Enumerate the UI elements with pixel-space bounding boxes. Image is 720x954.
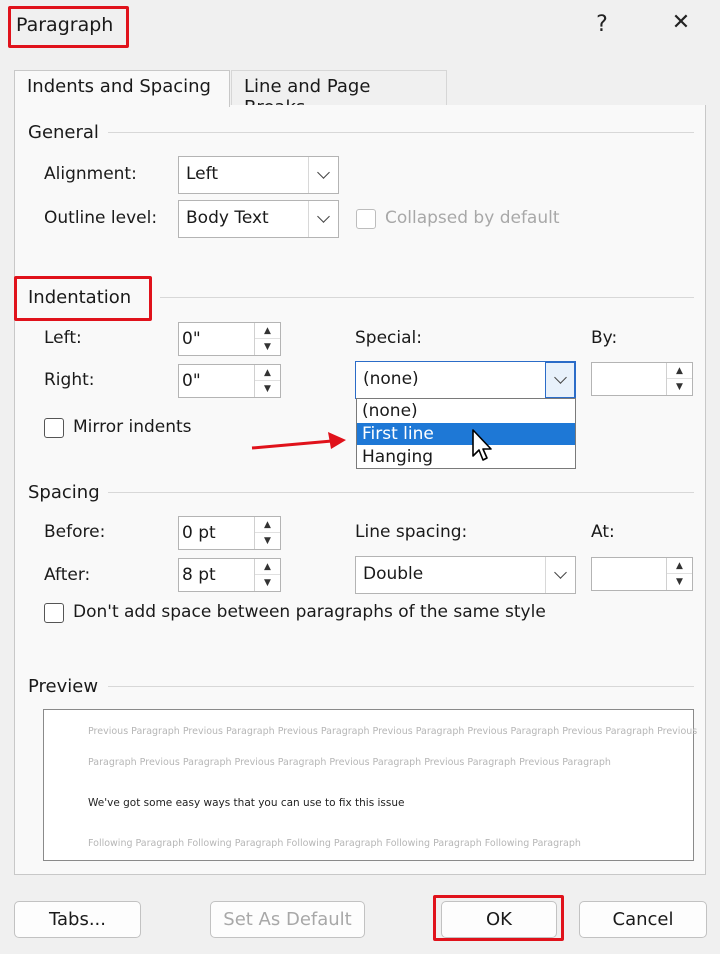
- annotation-arrow-icon: [251, 432, 346, 450]
- spacing-after-value: 8 pt: [182, 565, 216, 585]
- line-spacing-label: Line spacing:: [355, 522, 468, 542]
- spin-down-icon[interactable]: ▼: [667, 379, 692, 395]
- indent-left-value: 0": [182, 329, 201, 349]
- spin-down-icon[interactable]: ▼: [255, 339, 280, 355]
- spin-down-icon[interactable]: ▼: [255, 533, 280, 549]
- close-icon[interactable]: ✕: [664, 10, 698, 35]
- special-label: Special:: [355, 328, 422, 348]
- spin-down-icon[interactable]: ▼: [255, 381, 280, 397]
- at-label: At:: [591, 522, 615, 542]
- preview-previous-line-1: Previous Paragraph Previous Paragraph Pr…: [88, 726, 698, 737]
- indent-right-label: Right:: [44, 370, 95, 390]
- spacing-heading: Spacing: [28, 482, 108, 503]
- spacing-before-value: 0 pt: [182, 523, 216, 543]
- special-dropdown-list: (none) First line Hanging: [356, 398, 576, 469]
- tab-line-and-page-breaks[interactable]: Line and Page Breaks: [231, 70, 447, 118]
- tabs-button-label: Tabs...: [48, 909, 106, 930]
- cancel-button[interactable]: Cancel: [579, 901, 707, 938]
- dont-add-space-checkbox[interactable]: [44, 603, 64, 623]
- dont-add-space-label: Don't add space between paragraphs of th…: [73, 602, 546, 622]
- collapsed-label: Collapsed by default: [385, 208, 560, 228]
- spin-up-icon[interactable]: ▲: [255, 323, 280, 339]
- help-button[interactable]: ?: [588, 12, 616, 37]
- outline-level-label: Outline level:: [44, 208, 158, 228]
- spin-up-icon[interactable]: ▲: [255, 365, 280, 381]
- spacing-before-spinner[interactable]: 0 pt ▲ ▼: [178, 516, 281, 550]
- spin-up-icon[interactable]: ▲: [255, 517, 280, 533]
- preview-main-text: We've got some easy ways that you can us…: [88, 797, 405, 809]
- spin-up-icon[interactable]: ▲: [667, 363, 692, 379]
- set-as-default-button[interactable]: Set As Default: [210, 901, 365, 938]
- dropdown-option-none[interactable]: (none): [357, 400, 575, 422]
- preview-previous-line-2: Paragraph Previous Paragraph Previous Pa…: [88, 757, 611, 768]
- spin-down-icon[interactable]: ▼: [667, 574, 692, 590]
- outline-level-select[interactable]: Body Text: [178, 200, 339, 238]
- tab-indents-label: Indents and Spacing: [27, 76, 211, 97]
- tabs-button[interactable]: Tabs...: [14, 901, 141, 938]
- general-divider: [108, 132, 694, 133]
- alignment-select[interactable]: Left: [178, 156, 339, 194]
- special-select[interactable]: (none): [355, 361, 576, 399]
- spacing-divider: [108, 492, 694, 493]
- alignment-value: Left: [186, 164, 218, 184]
- spacing-before-label: Before:: [44, 522, 106, 542]
- spin-up-icon[interactable]: ▲: [255, 559, 280, 575]
- at-spinner[interactable]: ▲ ▼: [591, 557, 693, 591]
- chevron-down-icon[interactable]: [308, 157, 338, 193]
- chevron-down-icon[interactable]: [545, 362, 575, 398]
- indent-right-spinner[interactable]: 0" ▲ ▼: [178, 364, 281, 398]
- indent-left-spinner[interactable]: 0" ▲ ▼: [178, 322, 281, 356]
- line-spacing-select[interactable]: Double: [355, 556, 576, 594]
- special-value: (none): [363, 369, 419, 389]
- chevron-down-icon[interactable]: [308, 201, 338, 237]
- preview-box: Previous Paragraph Previous Paragraph Pr…: [43, 709, 698, 861]
- set-as-default-label: Set As Default: [223, 909, 352, 930]
- indentation-divider: [160, 297, 694, 298]
- preview-divider: [108, 686, 694, 687]
- title-highlight-box: [8, 6, 129, 48]
- preview-heading: Preview: [28, 676, 107, 697]
- preview-following-line: Following Paragraph Following Paragraph …: [88, 838, 581, 849]
- indentation-highlight-box: [14, 276, 152, 321]
- spin-up-icon[interactable]: ▲: [667, 558, 692, 574]
- mirror-indents-checkbox[interactable]: [44, 418, 64, 438]
- dropdown-option-first-line[interactable]: First line: [357, 423, 575, 445]
- chevron-down-icon[interactable]: [545, 557, 575, 593]
- spacing-after-label: After:: [44, 565, 91, 585]
- outline-level-value: Body Text: [186, 208, 269, 228]
- by-label: By:: [591, 328, 618, 348]
- spin-down-icon[interactable]: ▼: [255, 575, 280, 591]
- general-heading: General: [28, 122, 107, 143]
- alignment-label: Alignment:: [44, 164, 137, 184]
- indent-right-value: 0": [182, 371, 201, 391]
- ok-highlight-box: [433, 895, 564, 941]
- line-spacing-value: Double: [363, 564, 424, 584]
- mirror-indents-label: Mirror indents: [73, 417, 192, 437]
- dropdown-option-hanging[interactable]: Hanging: [357, 446, 575, 468]
- by-spinner[interactable]: ▲ ▼: [591, 362, 693, 396]
- collapsed-checkbox[interactable]: [356, 209, 376, 229]
- tab-indents-and-spacing[interactable]: Indents and Spacing: [14, 70, 230, 107]
- spacing-after-spinner[interactable]: 8 pt ▲ ▼: [178, 558, 281, 592]
- cancel-button-label: Cancel: [612, 909, 674, 930]
- mouse-cursor-icon: [472, 429, 492, 461]
- indent-left-label: Left:: [44, 328, 82, 348]
